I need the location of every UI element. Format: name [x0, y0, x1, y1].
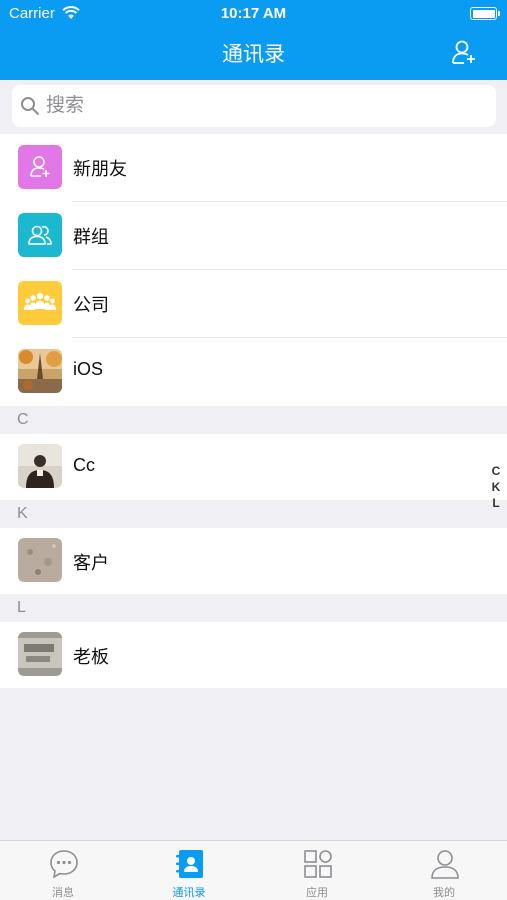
contact-row[interactable]: 客户 — [0, 528, 507, 594]
list-item-company[interactable]: 公司 — [0, 270, 507, 338]
index-letter-c[interactable]: C — [490, 463, 502, 479]
list-item-label: 新朋友 — [73, 159, 127, 179]
navigation-header: Carrier 10:17 AM 通讯录 — [0, 0, 507, 80]
battery-icon — [470, 7, 500, 20]
contacts-list: 新朋友 群组 公司 iOS C Cc K 客户 L 老板 — [0, 134, 507, 688]
status-bar: Carrier 10:17 AM — [0, 0, 507, 28]
section-header-k: K — [0, 500, 507, 528]
contact-avatar — [18, 538, 62, 582]
alphabet-index-bar[interactable]: C K L — [490, 463, 502, 511]
group-icon — [18, 213, 62, 257]
search-icon — [21, 97, 39, 115]
tab-contacts[interactable]: 通讯录 — [126, 841, 252, 900]
index-letter-l[interactable]: L — [490, 495, 502, 511]
contact-avatar — [18, 632, 62, 676]
contacts-book-icon — [176, 850, 203, 878]
list-item-ios[interactable]: iOS — [0, 338, 507, 406]
index-letter-k[interactable]: K — [490, 479, 502, 495]
search-bar — [0, 80, 507, 132]
chat-bubble-icon — [50, 850, 78, 879]
contact-name: Cc — [73, 455, 95, 475]
contact-avatar — [18, 444, 62, 488]
add-contact-icon[interactable] — [451, 39, 477, 65]
contact-name: 客户 — [73, 553, 109, 573]
company-icon — [18, 281, 62, 325]
tab-bar: 消息 通讯录 应用 我的 — [0, 840, 507, 900]
search-box[interactable] — [12, 85, 496, 127]
apps-grid-icon — [304, 850, 332, 878]
contact-row[interactable]: 老板 — [0, 622, 507, 688]
contact-name: 老板 — [73, 647, 109, 667]
tab-label: 消息 — [52, 887, 74, 899]
section-header-c: C — [0, 406, 507, 434]
new-friend-icon — [18, 145, 62, 189]
tab-messages[interactable]: 消息 — [0, 841, 126, 900]
tab-apps[interactable]: 应用 — [254, 841, 380, 900]
photo-avatar — [18, 349, 62, 393]
page-title: 通讯录 — [222, 43, 285, 66]
tab-profile[interactable]: 我的 — [381, 841, 507, 900]
list-item-label: 群组 — [73, 227, 109, 247]
section-header-l: L — [0, 594, 507, 622]
list-item-label: 公司 — [73, 295, 109, 315]
list-item-groups[interactable]: 群组 — [0, 202, 507, 270]
list-item-new-friends[interactable]: 新朋友 — [0, 134, 507, 202]
tab-label: 通讯录 — [172, 887, 206, 899]
search-input[interactable] — [46, 85, 486, 127]
tab-label: 我的 — [433, 887, 455, 899]
tab-label: 应用 — [306, 887, 328, 899]
profile-icon — [431, 850, 459, 879]
list-item-label: iOS — [73, 359, 104, 379]
status-time: 10:17 AM — [220, 5, 287, 22]
contact-row[interactable]: Cc — [0, 434, 507, 500]
